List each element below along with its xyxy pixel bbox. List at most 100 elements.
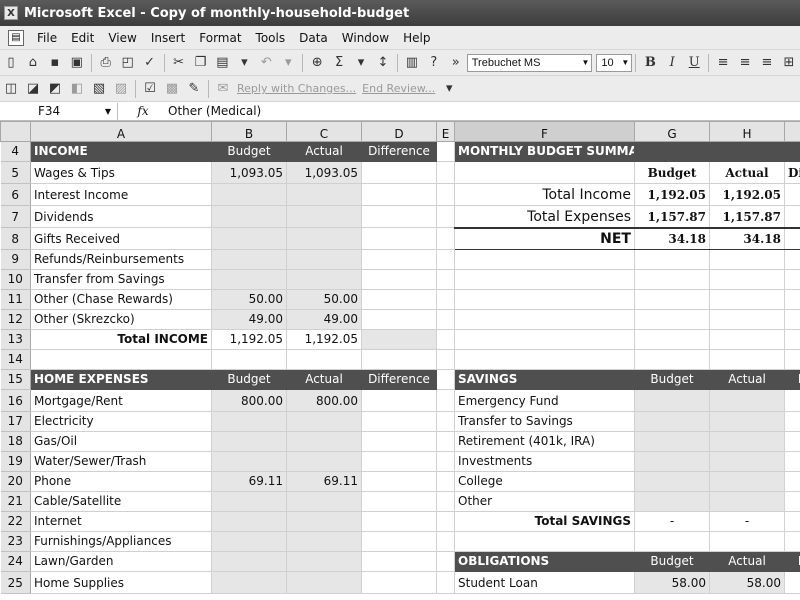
cell[interactable] (709, 431, 785, 452)
cell[interactable] (454, 329, 635, 350)
row-header[interactable]: 13 (0, 329, 31, 350)
cell[interactable] (286, 227, 362, 250)
cell[interactable] (286, 431, 362, 452)
review-icon-3[interactable]: ◩ (44, 79, 66, 99)
review-icon-5[interactable]: ▧ (88, 79, 110, 99)
row-header[interactable]: 8 (0, 227, 31, 250)
align-center-icon[interactable]: ≡ (734, 53, 756, 73)
cell[interactable] (709, 491, 785, 512)
cell[interactable] (436, 349, 455, 370)
total-income-budget[interactable]: 1,192.05 (634, 183, 710, 206)
cell[interactable]: 1,093.05 (286, 161, 362, 184)
cell[interactable] (436, 309, 455, 330)
menu-window[interactable]: Window (335, 31, 396, 45)
cell[interactable] (709, 349, 785, 370)
cell[interactable] (784, 226, 800, 250)
cell[interactable] (784, 329, 800, 350)
cell[interactable] (436, 227, 455, 250)
cell[interactable] (436, 571, 455, 594)
cell[interactable]: 49.00 (211, 309, 287, 330)
obligations-budget-header[interactable]: Budget (634, 551, 710, 572)
cell[interactable] (634, 491, 710, 512)
paste-dropdown-icon[interactable]: ▾ (233, 53, 255, 73)
total-expenses-label[interactable]: Total Expenses (454, 205, 635, 228)
cell[interactable] (286, 571, 362, 594)
row-header[interactable]: 23 (0, 531, 31, 552)
cell[interactable] (361, 389, 437, 412)
cell[interactable] (784, 389, 800, 412)
cell[interactable]: Phone (30, 471, 212, 492)
review-icon-2[interactable]: ◪ (22, 79, 44, 99)
cell[interactable] (211, 269, 287, 290)
row-header[interactable]: 18 (0, 431, 31, 452)
cell[interactable] (436, 141, 455, 162)
cell[interactable] (454, 161, 635, 184)
cell[interactable]: Water/Sewer/Trash (30, 451, 212, 472)
cell[interactable]: 49.00 (286, 309, 362, 330)
net-budget[interactable]: 34.18 (634, 226, 710, 250)
cell[interactable]: Mortgage/Rent (30, 389, 212, 412)
cell[interactable] (454, 309, 635, 330)
cell[interactable] (211, 249, 287, 270)
row-header[interactable]: 7 (0, 205, 31, 228)
cell[interactable]: D (784, 551, 800, 572)
reply-with-changes-button[interactable]: Reply with Changes... (234, 82, 359, 95)
cell[interactable] (286, 411, 362, 432)
comment-icon[interactable]: ▩ (161, 79, 183, 99)
toolbar-options-icon[interactable]: » (445, 53, 467, 73)
total-savings-budget[interactable]: - (634, 511, 710, 532)
row-header[interactable]: 14 (0, 349, 31, 370)
cell[interactable] (361, 531, 437, 552)
cell[interactable]: 58.00 (709, 571, 785, 594)
cell[interactable] (784, 451, 800, 472)
cell[interactable] (709, 249, 785, 270)
column-header-d[interactable]: D (361, 121, 437, 142)
cell[interactable] (634, 531, 710, 552)
cell[interactable] (634, 349, 710, 370)
row-header[interactable]: 24 (0, 551, 31, 572)
cell[interactable] (436, 511, 455, 532)
cell[interactable] (361, 571, 437, 594)
cell[interactable]: Other (454, 491, 635, 512)
cut-icon[interactable]: ✂ (168, 53, 190, 73)
cell[interactable] (436, 411, 455, 432)
column-header-c[interactable]: C (286, 121, 362, 142)
cell[interactable]: Wages & Tips (30, 161, 212, 184)
cell[interactable]: Other (Skrezcko) (30, 309, 212, 330)
total-income-row-actual[interactable]: 1,192.05 (286, 329, 362, 350)
column-header-a[interactable]: A (30, 121, 212, 142)
end-review-button[interactable]: End Review... (359, 82, 438, 95)
autosum-dropdown-icon[interactable]: ▾ (350, 53, 372, 73)
cell[interactable] (784, 309, 800, 330)
cell[interactable] (361, 249, 437, 270)
row-header[interactable]: 19 (0, 451, 31, 472)
income-section-title[interactable]: INCOME (30, 141, 212, 162)
save-icon[interactable]: ▪ (44, 53, 66, 73)
cell[interactable] (784, 511, 800, 532)
cell[interactable] (211, 411, 287, 432)
obligations-section-title[interactable]: OBLIGATIONS (454, 551, 635, 572)
cell[interactable] (361, 431, 437, 452)
cell[interactable] (436, 389, 455, 412)
toolbar-options-icon[interactable]: ▾ (438, 79, 460, 99)
paste-icon[interactable]: ▤ (211, 53, 233, 73)
cell[interactable] (784, 411, 800, 432)
cell[interactable] (361, 205, 437, 228)
review-icon-1[interactable]: ◫ (0, 79, 22, 99)
name-box[interactable]: F34 ▼ (0, 102, 118, 120)
cell[interactable] (211, 451, 287, 472)
cell[interactable] (784, 183, 800, 206)
cell[interactable] (634, 249, 710, 270)
cell[interactable] (709, 451, 785, 472)
row-header[interactable]: 4 (0, 141, 31, 162)
cell[interactable] (361, 289, 437, 310)
cell[interactable] (436, 161, 455, 184)
cell[interactable]: 50.00 (286, 289, 362, 310)
cell[interactable] (709, 309, 785, 330)
cell[interactable]: Transfer from Savings (30, 269, 212, 290)
row-header[interactable]: 20 (0, 471, 31, 492)
row-header[interactable]: 6 (0, 183, 31, 206)
cell[interactable] (361, 511, 437, 532)
cell[interactable] (286, 451, 362, 472)
workbook-icon[interactable]: ▤ (8, 29, 24, 46)
